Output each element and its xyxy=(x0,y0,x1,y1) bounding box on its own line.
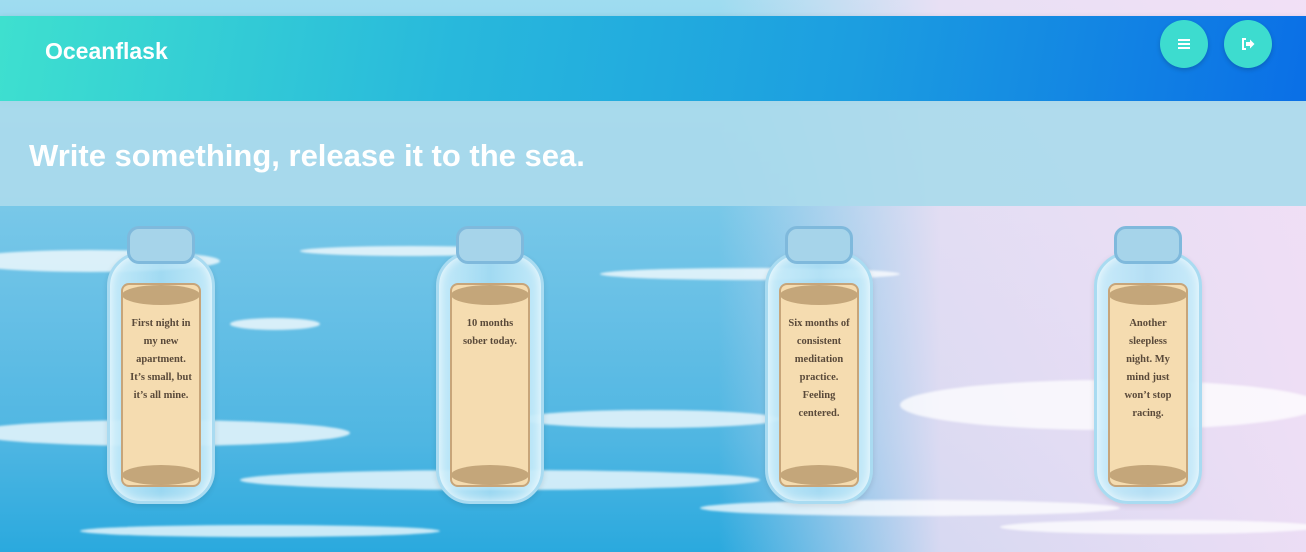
message-scroll: Six months of consistent meditation prac… xyxy=(779,283,859,487)
message-scroll: 10 months sober today. xyxy=(450,283,530,487)
bottle-message: First night in my new apartment. It’s sm… xyxy=(130,318,192,401)
message-scroll: Another sleepless night. My mind just wo… xyxy=(1108,283,1188,487)
bottle-cap xyxy=(785,226,853,264)
bottle-message: Another sleepless night. My mind just wo… xyxy=(1124,318,1172,419)
bottle-cap xyxy=(456,226,524,264)
app-header: Oceanflask xyxy=(0,16,1306,101)
prompt-heading: Write something, release it to the sea. xyxy=(29,138,585,173)
message-bottle[interactable]: Six months of consistent meditation prac… xyxy=(765,226,873,506)
bottle-cap xyxy=(127,226,195,264)
bottle-cap xyxy=(1114,226,1182,264)
bottle-message: 10 months sober today. xyxy=(462,318,518,347)
logout-button[interactable] xyxy=(1224,20,1272,68)
message-scroll: First night in my new apartment. It’s sm… xyxy=(121,283,201,487)
message-bottle[interactable]: First night in my new apartment. It’s sm… xyxy=(107,226,215,506)
message-bottle[interactable]: Another sleepless night. My mind just wo… xyxy=(1094,226,1202,506)
app-title[interactable]: Oceanflask xyxy=(45,38,168,64)
message-bottle[interactable]: 10 months sober today. xyxy=(436,226,544,506)
bottle-message: Six months of consistent meditation prac… xyxy=(788,318,850,419)
menu-icon xyxy=(1178,39,1190,49)
logout-icon xyxy=(1242,38,1255,50)
menu-button[interactable] xyxy=(1160,20,1208,68)
prompt-banner: Write something, release it to the sea. xyxy=(0,101,1306,206)
